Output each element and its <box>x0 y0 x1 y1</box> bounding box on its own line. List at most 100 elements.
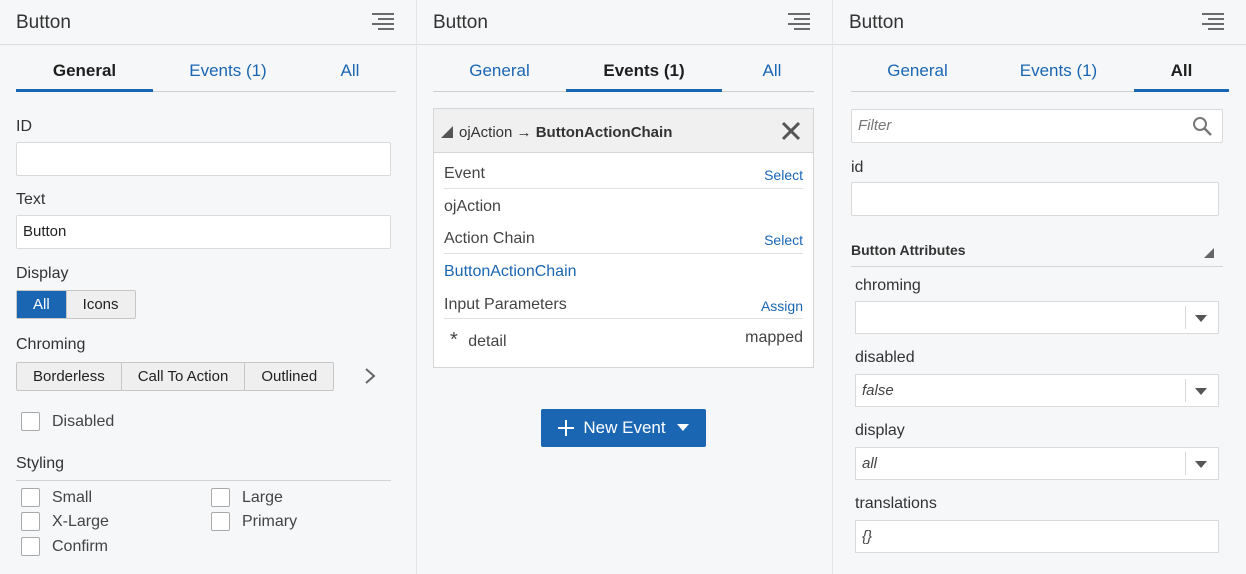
chroming-borderless-button[interactable]: Borderless <box>17 363 122 390</box>
id-input[interactable] <box>16 142 391 176</box>
event-row: Event Select <box>444 165 803 183</box>
chroming-call-to-action-button[interactable]: Call To Action <box>121 363 246 390</box>
styling-divider <box>16 480 391 481</box>
styling-label: Styling <box>16 455 65 472</box>
primary-checkbox-label: Primary <box>242 512 298 530</box>
properties-panel-all: Button General Events (1) All Filter id … <box>832 0 1246 574</box>
panel-header: Button <box>833 0 1246 45</box>
chroming-select[interactable] <box>855 301 1219 334</box>
filter-input[interactable]: Filter <box>851 109 1223 143</box>
event-value: ojAction <box>444 198 501 215</box>
input-parameters-label: Input Parameters <box>444 296 567 313</box>
parameter-row[interactable]: * detail mapped <box>444 329 803 352</box>
row-divider <box>444 253 803 254</box>
assign-link[interactable]: Assign <box>761 298 803 314</box>
action-chain-select-link[interactable]: Select <box>764 232 803 248</box>
action-chain-row: Action Chain Select <box>444 230 803 248</box>
tab-general[interactable]: General <box>433 46 566 92</box>
translations-input[interactable]: {} <box>855 520 1219 553</box>
disabled-select-value: false <box>862 382 894 399</box>
disabled-select[interactable]: false <box>855 374 1219 407</box>
display-select-value: all <box>862 455 878 472</box>
properties-panel-events: Button General Events (1) All ojAction →… <box>416 0 832 574</box>
tab-all[interactable]: All <box>316 46 384 92</box>
tab-bar: General Events (1) All <box>433 46 814 92</box>
text-label: Text <box>16 191 46 208</box>
event-chain-name: ButtonActionChain <box>535 124 673 141</box>
new-event-label: New Event <box>583 418 666 437</box>
tab-events[interactable]: Events (1) <box>566 46 722 92</box>
id-input[interactable] <box>851 182 1219 216</box>
display-select[interactable]: all <box>855 447 1219 480</box>
large-checkbox[interactable]: Large <box>211 488 283 507</box>
tab-all[interactable]: All <box>738 46 806 92</box>
hamburger-menu-icon[interactable] <box>1202 13 1224 31</box>
plus-icon <box>558 420 575 436</box>
row-divider <box>444 188 803 189</box>
section-divider <box>851 266 1223 267</box>
hamburger-menu-icon[interactable] <box>372 13 394 31</box>
text-input[interactable]: Button <box>16 215 391 249</box>
chevron-down-icon <box>1195 315 1207 322</box>
translations-value: {} <box>862 528 873 545</box>
section-title: Button Attributes <box>851 242 966 258</box>
display-toggle: All Icons <box>16 290 136 319</box>
input-parameters-row: Input Parameters Assign <box>444 296 803 314</box>
chroming-label: chroming <box>855 277 921 294</box>
chevron-down-icon <box>1195 388 1207 395</box>
tab-events[interactable]: Events (1) <box>166 46 290 92</box>
search-icon[interactable] <box>1192 116 1212 136</box>
x-large-checkbox-label: X-Large <box>52 512 109 530</box>
row-divider <box>444 318 803 319</box>
required-asterisk-icon: * <box>450 329 458 351</box>
arrow-icon: → <box>516 124 532 141</box>
tab-bar: General Events (1) All <box>851 46 1229 92</box>
tab-general[interactable]: General <box>851 46 984 92</box>
hamburger-menu-icon[interactable] <box>788 13 810 31</box>
confirm-checkbox-label: Confirm <box>52 537 109 555</box>
disabled-label: disabled <box>855 349 915 366</box>
collapse-triangle-icon[interactable] <box>441 126 453 138</box>
event-select-link[interactable]: Select <box>764 167 803 183</box>
action-chain-link[interactable]: ButtonActionChain <box>444 263 803 281</box>
chevron-down-icon <box>1195 461 1207 468</box>
event-card-header[interactable]: ojAction → ButtonActionChain <box>434 109 813 153</box>
panel-title: Button <box>16 12 71 33</box>
id-label: id <box>851 159 864 176</box>
small-checkbox[interactable]: Small <box>21 488 92 507</box>
event-name: ojAction <box>459 124 513 141</box>
event-label: Event <box>444 165 485 182</box>
action-chain-label: Action Chain <box>444 230 535 247</box>
chroming-toggle: Borderless Call To Action Outlined <box>16 362 335 391</box>
panel-title: Button <box>849 12 904 33</box>
chroming-label: Chroming <box>16 336 86 353</box>
large-checkbox-label: Large <box>242 488 283 506</box>
confirm-checkbox[interactable]: Confirm <box>21 537 108 556</box>
tab-events[interactable]: Events (1) <box>991 46 1126 92</box>
id-label: ID <box>16 118 32 135</box>
chroming-outlined-button[interactable]: Outlined <box>245 363 334 390</box>
disabled-checkbox[interactable]: Disabled <box>21 412 114 431</box>
display-icons-button[interactable]: Icons <box>66 291 135 318</box>
display-all-button[interactable]: All <box>17 291 67 318</box>
tab-general[interactable]: General <box>16 46 153 92</box>
panel-header: Button <box>417 0 832 45</box>
dropdown-caret-icon <box>676 424 689 431</box>
tab-bar: General Events (1) All <box>16 46 396 92</box>
parameter-name: detail <box>468 333 507 350</box>
parameter-status: mapped <box>745 329 803 346</box>
primary-checkbox[interactable]: Primary <box>211 512 297 531</box>
new-event-button[interactable]: New Event <box>541 409 706 447</box>
collapse-triangle-icon[interactable] <box>1204 248 1214 258</box>
translations-label: translations <box>855 495 937 512</box>
x-large-checkbox[interactable]: X-Large <box>21 512 109 531</box>
small-checkbox-label: Small <box>52 488 93 506</box>
chevron-right-icon[interactable] <box>362 367 378 385</box>
disabled-checkbox-label: Disabled <box>52 412 115 430</box>
tab-all[interactable]: All <box>1134 46 1229 92</box>
panel-header: Button <box>0 0 416 45</box>
display-label: display <box>855 422 905 439</box>
panel-title: Button <box>433 12 488 33</box>
properties-panel-general: Button General Events (1) All ID Text Bu… <box>0 0 416 574</box>
close-icon[interactable] <box>781 121 801 141</box>
